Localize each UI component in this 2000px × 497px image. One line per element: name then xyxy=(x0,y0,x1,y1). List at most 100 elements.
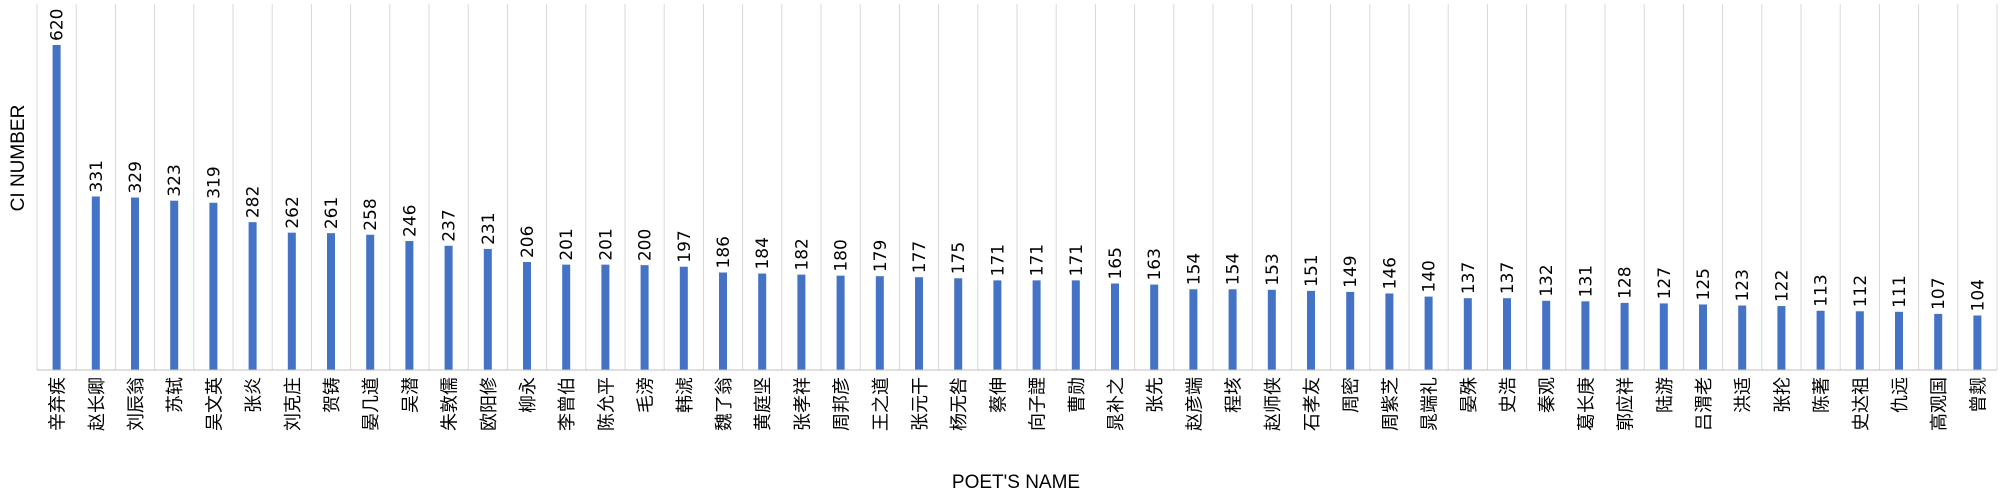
data-label: 125 xyxy=(1694,268,1714,300)
bar xyxy=(366,234,375,370)
data-label: 258 xyxy=(361,198,381,230)
x-tick-label: 吕渭老 xyxy=(1694,377,1715,431)
data-label: 179 xyxy=(871,240,891,272)
x-tick-label: 刘克庄 xyxy=(283,377,304,431)
data-label: 153 xyxy=(1263,253,1283,285)
data-label: 140 xyxy=(1420,260,1440,292)
bar xyxy=(1307,290,1315,370)
data-label: 200 xyxy=(636,229,656,261)
bar xyxy=(1738,305,1747,370)
data-label: 206 xyxy=(518,226,538,258)
data-label: 282 xyxy=(244,186,264,218)
data-label: 122 xyxy=(1772,270,1792,302)
bar xyxy=(1855,311,1864,370)
x-tick-label: 周紫芝 xyxy=(1380,377,1401,431)
bar xyxy=(679,266,688,370)
data-label: 128 xyxy=(1616,266,1636,298)
x-tick-label: 吴文英 xyxy=(204,377,225,431)
data-label: 175 xyxy=(949,242,969,274)
data-label: 184 xyxy=(753,237,773,269)
data-label: 237 xyxy=(440,209,460,241)
bar xyxy=(1189,289,1198,370)
x-tick-label: 史达祖 xyxy=(1851,377,1872,431)
x-tick-label: 曹勋 xyxy=(1067,377,1088,413)
data-label: 171 xyxy=(988,244,1008,276)
x-tick-label: 王之道 xyxy=(871,377,892,431)
bar xyxy=(1542,300,1551,370)
x-tick-label: 陆游 xyxy=(1655,377,1676,413)
x-tick-label: 赵长卿 xyxy=(87,377,108,431)
bar xyxy=(1934,313,1943,370)
bar xyxy=(248,222,257,370)
data-label: 201 xyxy=(596,228,616,260)
x-tick-label: 张元干 xyxy=(910,377,931,431)
data-labels: 620 331 329 323 319 282 262 261 258 246 237 231 206 2… xyxy=(48,9,1989,312)
data-label: 171 xyxy=(1067,244,1087,276)
bar xyxy=(170,200,179,370)
bar xyxy=(719,272,727,370)
x-tick-label: 杨无咎 xyxy=(949,377,970,431)
data-label: 261 xyxy=(322,197,342,229)
bar xyxy=(1032,280,1041,370)
bar xyxy=(1659,303,1668,370)
x-tick-label: 张先 xyxy=(1145,377,1166,413)
bar xyxy=(1620,302,1629,370)
bar xyxy=(562,264,571,370)
x-axis-tick-labels: 辛弃疾 赵长卿 刘辰翁 苏轼 吴文英 张炎 刘克庄 贺铸 晏几道 吴潜 朱敦儒 欧阳修 柳永 李曾伯 陈允平… xyxy=(48,377,1990,431)
data-label: 620 xyxy=(48,9,68,41)
data-label: 131 xyxy=(1576,265,1596,297)
bar xyxy=(1895,311,1903,370)
x-tick-label: 陈著 xyxy=(1812,377,1833,413)
bar xyxy=(1111,283,1119,370)
bar xyxy=(1973,315,1982,370)
x-tick-label: 韩淲 xyxy=(675,377,696,413)
data-label: 319 xyxy=(204,166,224,198)
bar xyxy=(1150,284,1159,370)
data-label: 132 xyxy=(1537,264,1557,296)
data-label: 197 xyxy=(675,230,695,262)
x-tick-label: 欧阳修 xyxy=(479,377,500,431)
x-axis-title: POET'S NAME xyxy=(952,472,1080,493)
bar xyxy=(1424,296,1433,370)
bar xyxy=(758,273,767,370)
bar xyxy=(1816,310,1825,370)
x-tick-label: 柳永 xyxy=(518,377,539,413)
data-label: 154 xyxy=(1224,253,1244,285)
x-tick-label: 毛滂 xyxy=(636,377,657,413)
x-tick-label: 苏轼 xyxy=(165,377,186,413)
x-tick-label: 葛长庚 xyxy=(1576,377,1597,431)
bar xyxy=(287,232,296,370)
data-label: 201 xyxy=(557,228,577,260)
bar xyxy=(1385,293,1394,370)
x-tick-label: 洪适 xyxy=(1733,377,1754,413)
bar xyxy=(523,262,531,370)
bar xyxy=(1699,304,1707,370)
data-label: 154 xyxy=(1184,253,1204,285)
bar xyxy=(915,277,923,370)
x-tick-label: 秦观 xyxy=(1537,377,1558,413)
x-tick-label: 吴潜 xyxy=(400,377,421,413)
bar xyxy=(1777,306,1786,370)
x-tick-label: 陈允平 xyxy=(596,377,617,431)
bar xyxy=(836,275,845,370)
bar xyxy=(444,245,453,370)
x-tick-label: 周邦彦 xyxy=(832,377,853,431)
x-tick-label: 魏了翁 xyxy=(714,377,735,431)
bar xyxy=(405,241,414,370)
x-tick-label: 刘辰翁 xyxy=(126,377,147,431)
bar xyxy=(1267,289,1276,370)
x-tick-label: 仇远 xyxy=(1890,377,1911,413)
x-tick-label: 晁补之 xyxy=(1106,377,1127,431)
x-tick-label: 贺铸 xyxy=(322,377,343,413)
bar xyxy=(209,202,218,370)
bar xyxy=(1503,298,1511,370)
x-tick-label: 晏殊 xyxy=(1459,377,1480,413)
x-tick-label: 黄庭坚 xyxy=(753,377,774,431)
data-label: 111 xyxy=(1890,275,1910,307)
data-label: 104 xyxy=(1968,279,1988,311)
x-tick-label: 曾觌 xyxy=(1968,377,1989,413)
x-tick-label: 张孝祥 xyxy=(792,377,813,431)
data-label: 177 xyxy=(910,241,930,273)
x-tick-label: 向子諲 xyxy=(1028,377,1049,431)
data-label: 165 xyxy=(1106,247,1126,279)
